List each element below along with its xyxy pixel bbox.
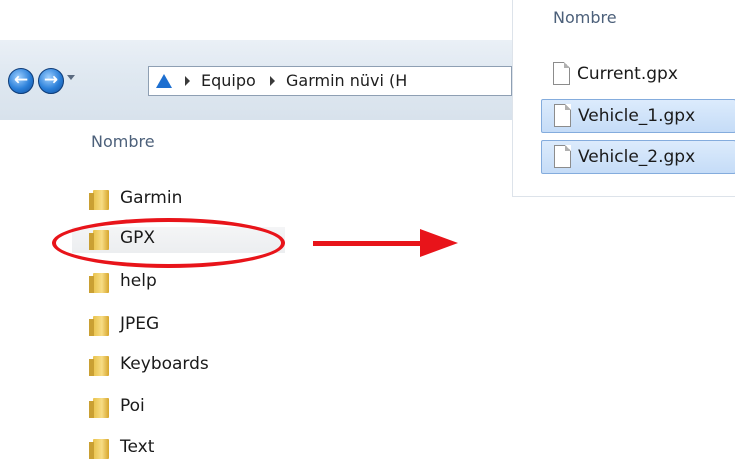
file-row-vehicle-2[interactable]: Vehicle_2.gpx xyxy=(541,140,735,174)
column-header-name[interactable]: Nombre xyxy=(553,8,617,27)
back-button[interactable]: ← xyxy=(8,68,34,94)
file-icon xyxy=(553,62,570,85)
folder-row-garmin[interactable]: Garmin xyxy=(89,187,283,213)
folder-row-help[interactable]: help xyxy=(89,270,283,296)
folder-row-jpeg[interactable]: JPEG xyxy=(89,313,283,339)
file-label: Vehicle_1.gpx xyxy=(578,106,696,126)
file-list: Nombre Current.gpx Vehicle_1.gpx Vehicle… xyxy=(512,0,735,197)
folder-row-poi[interactable]: Poi xyxy=(89,395,283,421)
breadcrumb-item-garmin[interactable]: Garmin nüvi (H xyxy=(286,71,407,90)
arrow-left-icon: ← xyxy=(13,70,29,90)
folder-icon xyxy=(89,316,109,336)
chevron-right-icon[interactable] xyxy=(185,76,190,86)
address-bar-strip: ← → Equipo Garmin nüvi (H xyxy=(0,40,512,120)
breadcrumb[interactable]: Equipo Garmin nüvi (H xyxy=(148,66,512,96)
recent-pages-dropdown[interactable] xyxy=(67,75,75,80)
folder-icon xyxy=(89,439,109,459)
file-label: Vehicle_2.gpx xyxy=(578,147,696,167)
column-header-name[interactable]: Nombre xyxy=(91,132,155,151)
file-icon xyxy=(554,104,571,127)
folder-icon xyxy=(89,398,109,418)
highlight-ellipse xyxy=(52,218,285,268)
chevron-right-icon[interactable] xyxy=(270,76,275,86)
file-label: Current.gpx xyxy=(577,64,678,84)
file-row-current[interactable]: Current.gpx xyxy=(541,58,735,92)
folder-label: help xyxy=(120,271,157,291)
annotation-arrow-head xyxy=(420,229,458,257)
file-icon xyxy=(554,145,571,168)
folder-label: Text xyxy=(120,437,155,457)
forward-button[interactable]: → xyxy=(38,68,64,94)
folder-label: JPEG xyxy=(120,314,160,334)
drive-icon xyxy=(156,74,172,88)
arrow-right-icon: → xyxy=(43,70,59,90)
folder-label: Poi xyxy=(120,396,145,416)
folder-row-keyboards[interactable]: Keyboards xyxy=(89,353,283,379)
folder-label: Garmin xyxy=(120,188,183,208)
breadcrumb-item-equipo[interactable]: Equipo xyxy=(201,71,256,90)
folder-list: Nombre Garmin GPX help JPEG Keyboards Po… xyxy=(72,120,285,468)
file-row-vehicle-1[interactable]: Vehicle_1.gpx xyxy=(541,99,735,133)
folder-label: Keyboards xyxy=(120,354,209,374)
folder-icon xyxy=(89,273,109,293)
folder-row-text[interactable]: Text xyxy=(89,436,283,462)
folder-icon xyxy=(89,190,109,210)
folder-icon xyxy=(89,356,109,376)
